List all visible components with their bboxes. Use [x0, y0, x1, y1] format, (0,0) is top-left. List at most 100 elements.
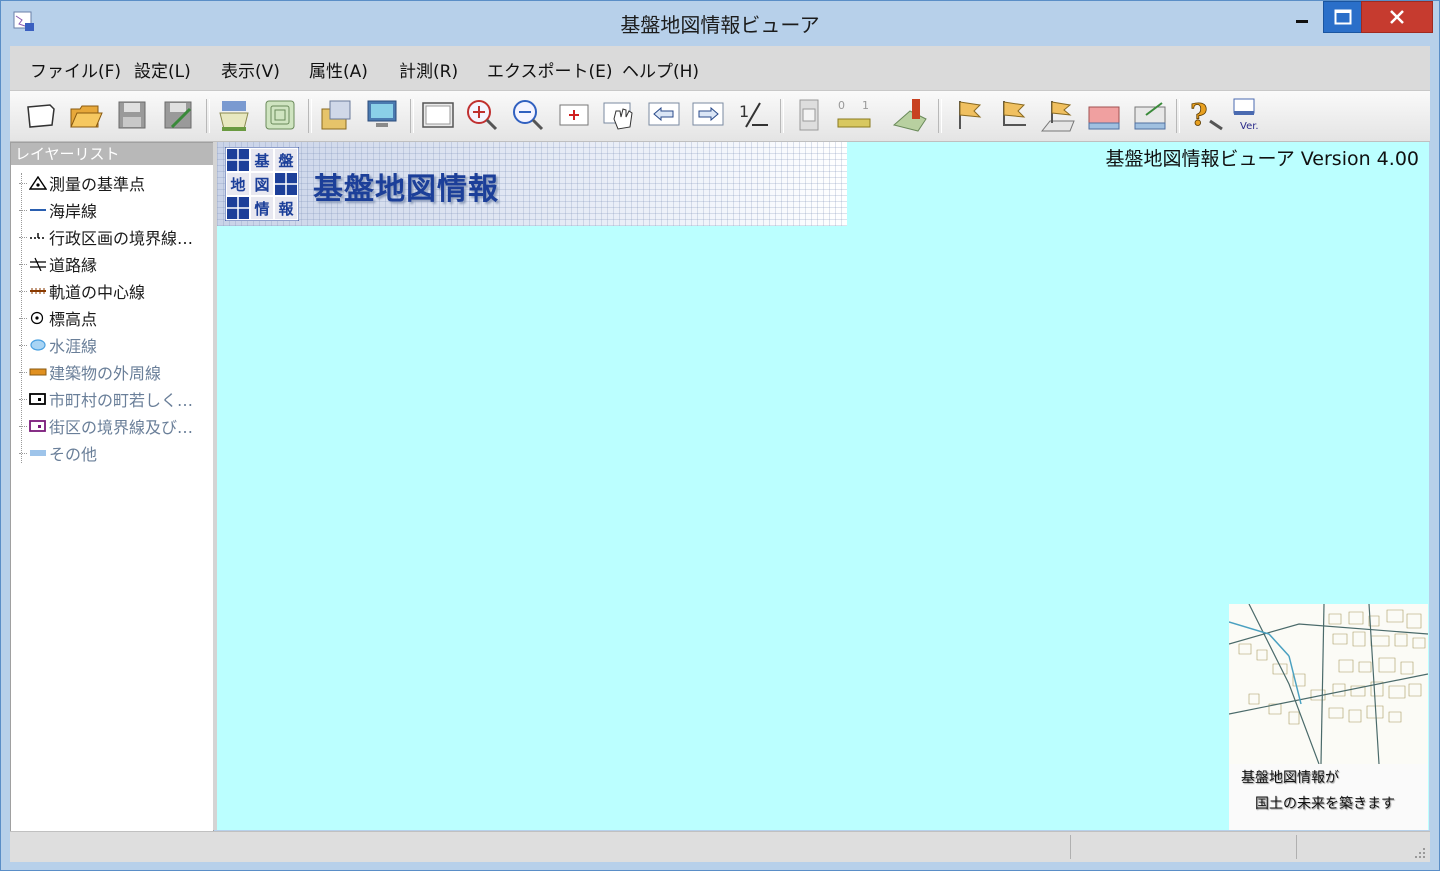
svg-text:1: 1 — [862, 99, 869, 112]
logo-char: 情 — [254, 200, 269, 218]
tree-tick — [19, 425, 27, 427]
next-view-icon[interactable] — [690, 97, 726, 133]
svg-text:Ver.: Ver. — [1240, 121, 1259, 132]
table-export-icon[interactable] — [1132, 97, 1168, 133]
logo-char: 地 — [230, 176, 245, 194]
minimize-button[interactable] — [1274, 1, 1330, 33]
layers-icon[interactable] — [262, 97, 298, 133]
toolbar-separator — [410, 99, 414, 133]
title-bar[interactable]: 基盤地図情報ビューア — [1, 1, 1439, 45]
layer-label: 水涯線 — [49, 337, 98, 356]
menu-file[interactable]: ファイル(F) — [30, 57, 121, 82]
flag-icon[interactable] — [952, 97, 988, 133]
open-folder-icon[interactable] — [68, 97, 104, 133]
ruler-icon[interactable]: 01 — [836, 97, 872, 133]
svg-text:0: 0 — [838, 99, 845, 112]
menu-export[interactable]: エクスポート(E) — [487, 57, 613, 82]
save-as-icon[interactable] — [160, 97, 196, 133]
building-outline-icon — [29, 368, 47, 376]
map-view[interactable]: 基 盤 地 図 情 報 基盤地図情報 基盤地図情報ビューア Version 4.… — [217, 142, 1429, 830]
minimap: 基盤地図情報が 国土の未来を築きます — [1229, 604, 1428, 830]
new-icon[interactable] — [24, 97, 60, 133]
layer-label: 測量の基準点 — [49, 175, 146, 194]
app-window: 基盤地図情報ビューア ファイル(F) 設定(L) 表示(V) 属性(A) 計測(… — [0, 0, 1440, 871]
toolbar: 1 01 ? Ver. — [10, 91, 1430, 142]
minimap-map-image — [1229, 604, 1428, 765]
banner-title: 基盤地図情報 — [313, 172, 499, 207]
layer-label: 道路縁 — [49, 256, 98, 275]
minimap-caption-1: 基盤地図情報が — [1241, 770, 1339, 786]
layer-item[interactable]: その他 — [19, 440, 213, 466]
print-icon[interactable] — [216, 97, 252, 133]
tree-tick — [19, 398, 27, 400]
export-image-icon[interactable] — [318, 97, 354, 133]
tree-tick — [19, 263, 27, 265]
layer-item[interactable]: 測量の基準点 — [19, 170, 213, 196]
layer-item[interactable]: 水涯線 — [19, 332, 213, 358]
maximize-icon — [1334, 9, 1352, 25]
road-edge-icon — [30, 257, 46, 271]
maximize-button[interactable] — [1323, 1, 1363, 33]
layer-item[interactable]: 行政区画の境界線… — [19, 224, 213, 250]
layer-list-header: レイヤーリスト — [11, 143, 213, 165]
layer-label: 市町村の町若しく… — [49, 391, 194, 410]
zoom-in-icon[interactable] — [464, 97, 500, 133]
kiban-logo: 基 盤 地 図 情 報 — [225, 147, 299, 221]
save-icon[interactable] — [114, 97, 150, 133]
minimap-caption-2: 国土の未来を築きます — [1255, 796, 1395, 812]
table-icon[interactable] — [1086, 97, 1122, 133]
menu-help[interactable]: ヘルプ(H) — [622, 57, 699, 82]
display-icon[interactable] — [364, 97, 400, 133]
previous-view-icon[interactable] — [646, 97, 682, 133]
tree-tick — [19, 182, 27, 184]
menu-settings[interactable]: 設定(L) — [134, 57, 191, 82]
menu-view[interactable]: 表示(V) — [221, 57, 280, 82]
scale-icon[interactable]: 1 — [736, 97, 772, 133]
title-banner: 基 盤 地 図 情 報 基盤地図情報 — [217, 142, 847, 226]
layer-item[interactable]: 市町村の町若しく… — [19, 386, 213, 412]
layer-item[interactable]: 軌道の中心線 — [19, 278, 213, 304]
close-button[interactable] — [1361, 1, 1433, 33]
full-extent-icon[interactable] — [420, 97, 456, 133]
svg-text:1: 1 — [739, 102, 749, 121]
toolbar-separator — [308, 99, 312, 133]
tree-tick — [19, 209, 27, 211]
logo-char: 盤 — [277, 152, 294, 170]
menu-attribute[interactable]: 属性(A) — [309, 57, 368, 82]
layer-label: その他 — [49, 445, 98, 464]
version-icon[interactable]: Ver. — [1232, 97, 1268, 133]
menu-measure[interactable]: 計測(R) — [399, 57, 458, 82]
admin-boundary-icon — [30, 233, 46, 239]
layer-item[interactable]: 建築物の外周線 — [19, 359, 213, 385]
logo-char: 図 — [254, 176, 269, 194]
layer-label: 標高点 — [49, 310, 98, 329]
zoom-out-icon[interactable] — [510, 97, 546, 133]
toolbar-separator — [206, 99, 210, 133]
elevation-point-icon — [30, 311, 44, 325]
help-icon[interactable]: ? — [1188, 97, 1224, 133]
layer-label: 建築物の外周線 — [49, 364, 162, 383]
layer-item[interactable]: 標高点 — [19, 305, 213, 331]
flag-point-icon[interactable] — [996, 97, 1032, 133]
tree-tick — [19, 317, 27, 319]
area-measure-icon[interactable] — [892, 97, 928, 133]
layer-label: 行政区画の境界線… — [49, 229, 194, 248]
layer-item[interactable]: 街区の境界線及び… — [19, 413, 213, 439]
logo-char: 報 — [278, 200, 294, 218]
window-title: 基盤地図情報ビューア — [620, 13, 820, 37]
menu-bar: ファイル(F) 設定(L) 表示(V) 属性(A) 計測(R) エクスポート(E… — [10, 46, 1430, 91]
minimize-icon — [1296, 20, 1308, 23]
tree-tick — [19, 344, 27, 346]
scroll-measure-icon[interactable] — [792, 97, 828, 133]
zoom-box-icon[interactable] — [556, 97, 592, 133]
layer-item[interactable]: 道路縁 — [19, 251, 213, 277]
flag-area-icon[interactable] — [1040, 97, 1076, 133]
version-label: 基盤地図情報ビューア Version 4.00 — [1105, 148, 1420, 170]
tree-tick — [19, 290, 27, 292]
tree-tick — [19, 452, 27, 454]
svg-text:?: ? — [1190, 98, 1208, 133]
pan-hand-icon[interactable] — [602, 97, 638, 133]
layer-item[interactable]: 海岸線 — [19, 197, 213, 223]
tree-tick — [19, 371, 27, 373]
resize-grip-icon[interactable] — [1414, 847, 1426, 859]
